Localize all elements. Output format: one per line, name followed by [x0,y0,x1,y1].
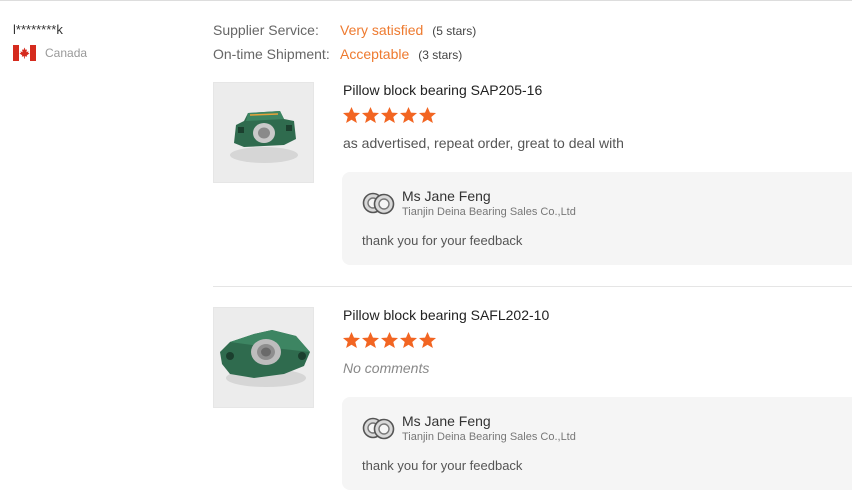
star-icon [418,106,437,124]
reply-company: Tianjin Deina Bearing Sales Co.,Ltd [402,431,576,443]
reply-author-name: Ms Jane Feng [402,188,491,204]
reviewer-country: Canada [13,45,87,61]
star-icon [380,331,399,349]
rating-value: Very satisfied [340,22,424,38]
reply-company: Tianjin Deina Bearing Sales Co.,Ltd [402,206,576,218]
review-comment: as advertised, repeat order, great to de… [343,135,624,151]
rating-label: Supplier Service: [213,22,319,38]
supplier-service-rating: Supplier Service: Very satisfied (5 star… [213,22,476,38]
reply-text: thank you for your feedback [362,458,523,473]
star-rating [342,331,437,349]
reviewer-name: l********k [13,22,63,37]
product-title[interactable]: Pillow block bearing SAP205-16 [343,82,542,98]
star-icon [361,331,380,349]
pillow-block-bearing-image[interactable] [213,82,314,183]
review-comment: No comments [343,360,430,376]
reply-author-name: Ms Jane Feng [402,413,491,429]
star-icon [399,106,418,124]
canada-flag-icon [13,45,36,61]
flange-bearing-image[interactable] [213,307,314,408]
country-name: Canada [45,46,88,60]
star-icon [399,331,418,349]
product-title[interactable]: Pillow block bearing SAFL202-10 [343,307,549,323]
reply-text: thank you for your feedback [362,233,523,248]
rating-value: Acceptable [340,46,410,62]
review-divider [213,286,852,287]
on-time-shipment-rating: On-time Shipment: Acceptable (3 stars) [213,46,462,62]
rating-count: (3 stars) [418,48,463,62]
bearing-avatar-icon [362,192,395,215]
supplier-reply: Ms Jane Feng Tianjin Deina Bearing Sales… [342,397,852,490]
star-icon [380,106,399,124]
star-rating [342,106,437,124]
supplier-reply: Ms Jane Feng Tianjin Deina Bearing Sales… [342,172,852,265]
star-icon [342,331,361,349]
star-icon [418,331,437,349]
star-icon [361,106,380,124]
rating-count: (5 stars) [432,24,477,38]
rating-label: On-time Shipment: [213,46,330,62]
bearing-avatar-icon [362,417,395,440]
top-divider [0,0,852,1]
star-icon [342,106,361,124]
